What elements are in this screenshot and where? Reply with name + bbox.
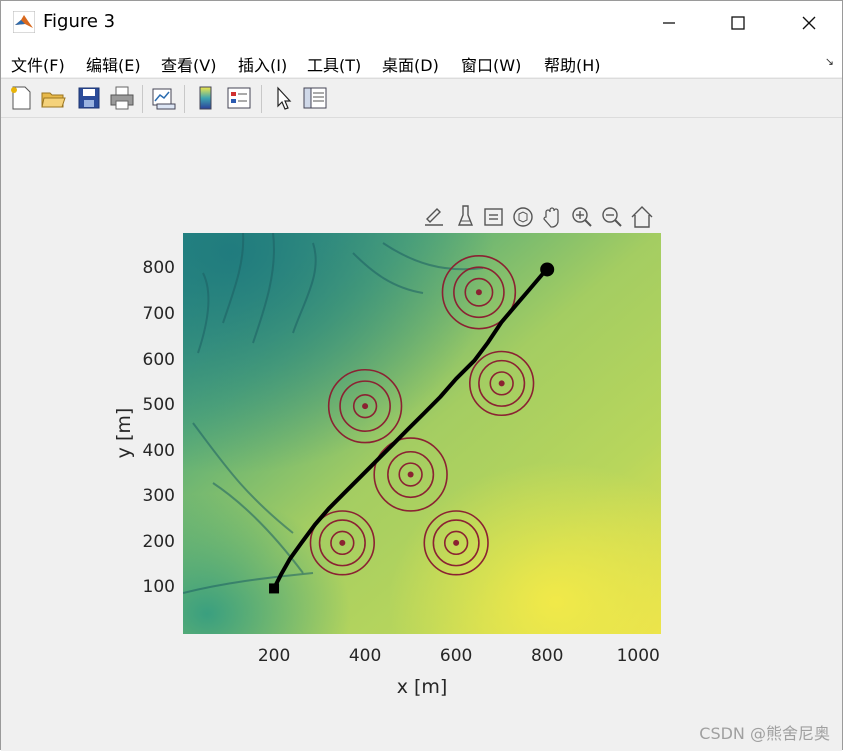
menu-tools[interactable]: 工具(T) [307, 52, 361, 76]
toolbar-separator [184, 85, 185, 113]
y-axis-label: y [m] [113, 407, 135, 459]
minimize-icon [663, 22, 675, 24]
x-tick-label: 1000 [616, 646, 660, 666]
menu-help[interactable]: 帮助(H) [544, 52, 601, 76]
save-icon[interactable] [75, 84, 103, 112]
menu-window[interactable]: 窗口(W) [461, 52, 521, 76]
brush-icon[interactable] [452, 203, 478, 231]
close-icon [802, 16, 816, 30]
menu-view[interactable]: 查看(V) [161, 52, 216, 76]
window-title: Figure 3 [43, 11, 116, 32]
terrain-plot [183, 233, 661, 634]
property-inspector-icon[interactable] [301, 84, 329, 112]
y-tick-label: 800 [142, 258, 175, 279]
print-icon[interactable] [108, 84, 136, 112]
y-tick-label: 500 [142, 395, 175, 416]
menu-insert[interactable]: 插入(I) [238, 52, 287, 76]
edit-plot-icon[interactable] [269, 84, 297, 112]
threat-center [498, 380, 505, 387]
toolbar-separator [261, 85, 262, 113]
open-file-icon[interactable] [39, 84, 67, 112]
maximize-button[interactable] [715, 1, 761, 45]
pan-icon[interactable] [539, 203, 565, 231]
axes-toolbar [421, 203, 661, 231]
new-figure-icon[interactable] [7, 84, 35, 112]
threat-center [362, 403, 369, 410]
menu-desktop[interactable]: 桌面(D) [382, 52, 439, 76]
y-tick-label: 700 [142, 304, 175, 325]
y-tick-label: 300 [142, 486, 175, 507]
threat-center [453, 539, 460, 546]
zoom-out-icon[interactable] [599, 203, 625, 231]
y-tick-label: 600 [142, 349, 175, 370]
threat-center [475, 289, 482, 296]
title-bar[interactable]: Figure 3 [1, 1, 842, 45]
y-tick-label: 400 [142, 440, 175, 461]
export-icon[interactable] [421, 203, 447, 231]
rotate-3d-icon[interactable] [510, 203, 536, 231]
x-tick-label: 800 [530, 646, 564, 666]
x-axis-label: x [m] [396, 676, 448, 698]
minimize-button[interactable] [646, 1, 692, 45]
link-plot-icon[interactable] [149, 84, 177, 112]
menu-dock-arrow-icon[interactable]: ↘ [825, 55, 834, 68]
legend-icon[interactable] [225, 84, 253, 112]
data-tips-icon[interactable] [481, 203, 507, 231]
restore-view-icon[interactable] [629, 203, 655, 231]
matlab-icon [13, 11, 35, 33]
plot-area[interactable] [183, 233, 661, 634]
y-tick-label: 100 [142, 577, 175, 598]
zoom-in-icon[interactable] [569, 203, 595, 231]
menu-edit[interactable]: 编辑(E) [86, 52, 141, 76]
y-tick-label: 200 [142, 531, 175, 552]
maximize-icon [731, 16, 745, 30]
x-tick-label: 600 [439, 646, 473, 666]
toolbar-separator [142, 85, 143, 113]
menu-bar: 文件(F) 编辑(E) 查看(V) 插入(I) 工具(T) 桌面(D) 窗口(W… [1, 45, 842, 77]
x-tick-label: 400 [348, 646, 382, 666]
colorbar-icon[interactable] [192, 84, 220, 112]
start-marker [269, 583, 280, 594]
end-marker [540, 262, 555, 277]
figure-toolbar [1, 78, 842, 118]
threat-center [407, 471, 414, 478]
watermark: CSDN @熊舍尼奥 [699, 724, 830, 743]
menu-file[interactable]: 文件(F) [11, 52, 65, 76]
x-tick-label: 200 [257, 646, 291, 666]
close-button[interactable] [786, 1, 832, 45]
threat-center [339, 539, 346, 546]
